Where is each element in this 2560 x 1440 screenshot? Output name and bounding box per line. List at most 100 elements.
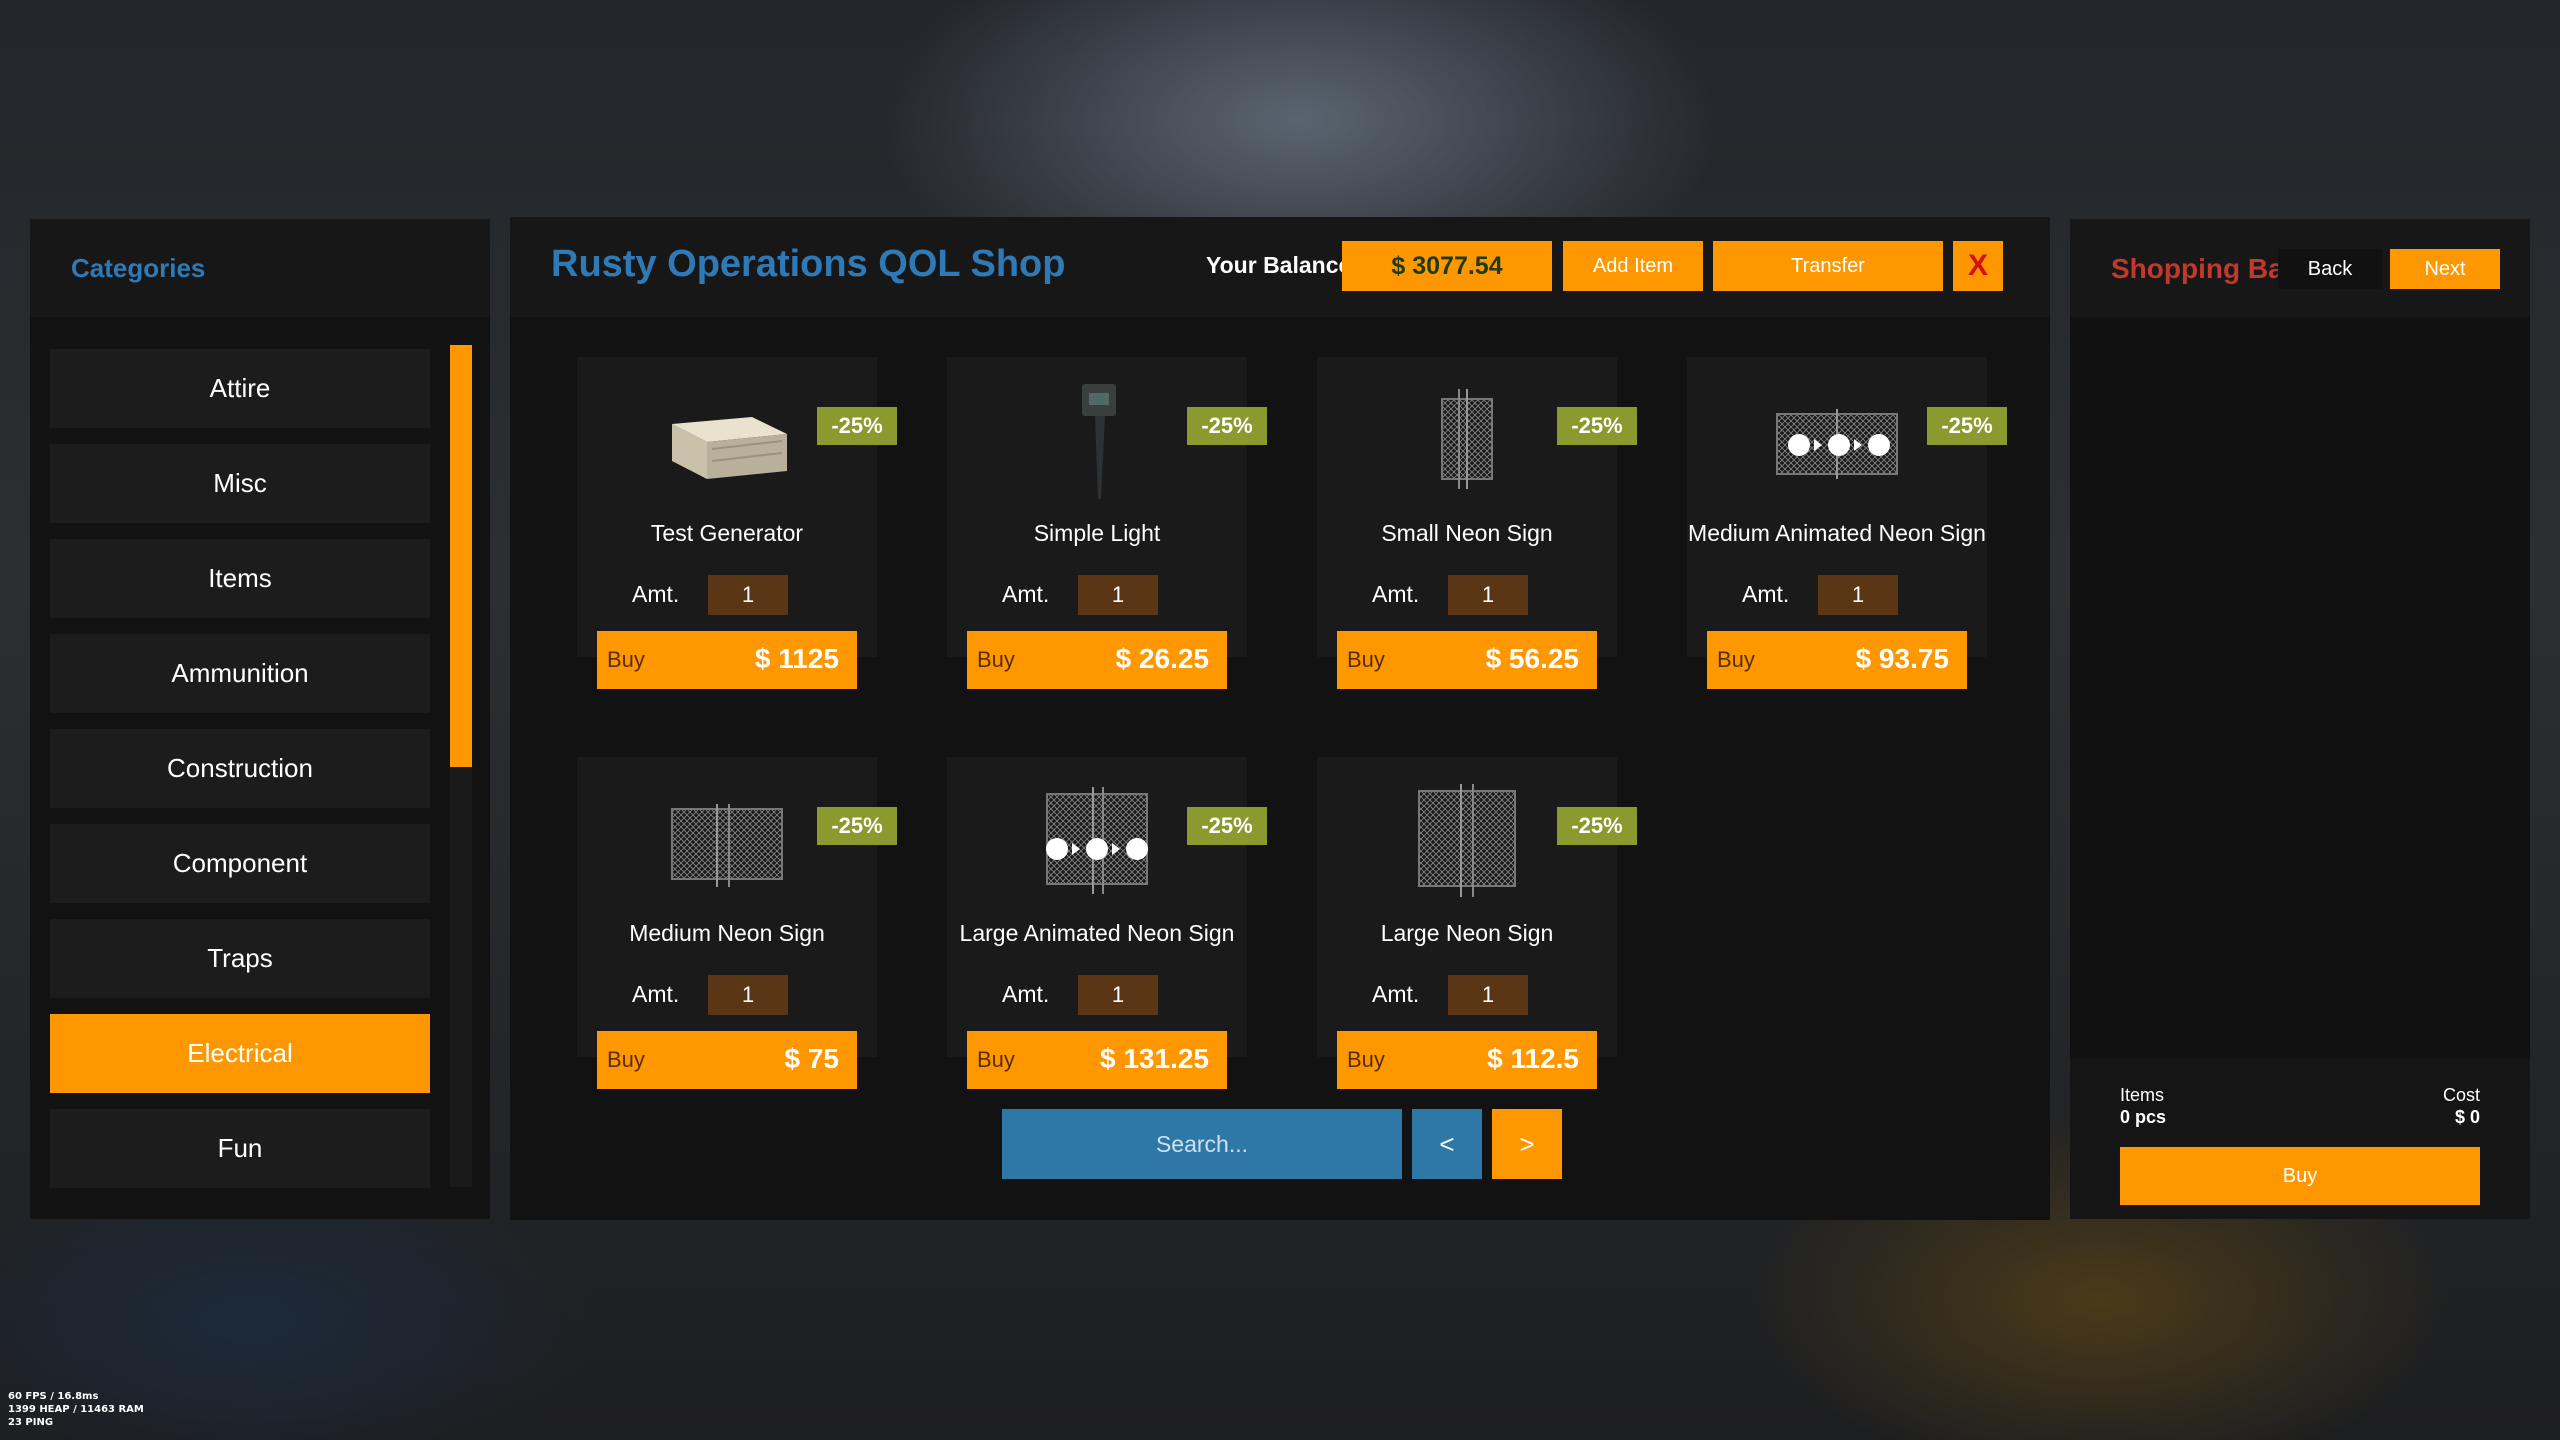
items-label: Items [2120, 1085, 2165, 1105]
buy-label: Buy [1347, 647, 1385, 672]
buy-price: $ 93.75 [1855, 643, 1949, 674]
amount-label: Amt. [632, 581, 680, 607]
product-name: Large Animated Neon Sign [959, 920, 1235, 946]
neon-sign-icon [657, 779, 797, 899]
product-name: Test Generator [650, 520, 804, 546]
next-page-button[interactable]: > [1492, 1109, 1562, 1179]
generator-icon [657, 379, 797, 499]
prev-page-button[interactable]: < [1412, 1109, 1482, 1179]
amount-label: Amt. [1002, 581, 1050, 607]
amount-input[interactable]: 1 [708, 575, 788, 615]
buy-label: Buy [607, 647, 645, 672]
amount-input[interactable]: 1 [1448, 975, 1528, 1015]
shopping-bag-footer: Items 0 pcs Cost $ 0 Buy [2070, 1059, 2530, 1219]
product-name: Medium Neon Sign [629, 920, 825, 946]
categories-panel: Categories Attire Misc Items Ammunition … [30, 219, 490, 1219]
category-ammunition[interactable]: Ammunition [50, 634, 430, 713]
category-construction[interactable]: Construction [50, 729, 430, 808]
shop-title: Rusty Operations QOL Shop [551, 243, 1066, 285]
buy-price: $ 131.25 [1100, 1043, 1209, 1074]
buy-label: Buy [607, 1047, 645, 1072]
animated-neon-sign-icon [1767, 379, 1907, 499]
buy-price: $ 56.25 [1485, 643, 1579, 674]
buy-button[interactable]: Buy $ 112.5 [1337, 1031, 1597, 1089]
buy-button[interactable]: Buy $ 75 [597, 1031, 857, 1089]
amount-label: Amt. [632, 981, 680, 1007]
search-input[interactable]: Search... [1002, 1109, 1402, 1179]
neon-sign-icon [1397, 779, 1537, 899]
memory-readout: 1399 HEAP / 11463 RAM [8, 1404, 144, 1415]
amount-input[interactable]: 1 [1448, 575, 1528, 615]
product-name: Simple Light [1033, 520, 1161, 546]
categories-title: Categories [71, 253, 206, 283]
product-card: -25% Large Neon Sign Amt. 1 Buy $ 112.5 [1317, 757, 1637, 1089]
shopping-bag-header: Shopping Bag Back Next [2070, 219, 2530, 317]
discount-badge: -25% [1927, 407, 2007, 445]
category-traps[interactable]: Traps [50, 919, 430, 998]
product-card: -25% Small Neon Sign Amt. 1 Buy $ 56.25 [1317, 357, 1637, 689]
category-misc[interactable]: Misc [50, 444, 430, 523]
categories-header: Categories [30, 219, 490, 317]
product-card: -25% Large Animated Neon Sign Amt. 1 Buy… [947, 757, 1267, 1089]
next-button[interactable]: Next [2390, 249, 2500, 289]
balance-label: Your Balance [1206, 252, 1352, 278]
ping-readout: 23 PING [8, 1417, 54, 1428]
buy-label: Buy [977, 1047, 1015, 1072]
discount-badge: -25% [1187, 407, 1267, 445]
shop-panel: Rusty Operations QOL Shop Your Balance $… [510, 217, 2050, 1220]
category-electrical[interactable]: Electrical [50, 1014, 430, 1093]
amount-label: Amt. [1742, 581, 1790, 607]
discount-badge: -25% [817, 807, 897, 845]
product-name: Large Neon Sign [1380, 920, 1554, 946]
buy-price: $ 112.5 [1487, 1043, 1579, 1074]
shopping-bag-title: Shopping Bag [2111, 253, 2301, 284]
buy-label: Buy [1717, 647, 1755, 672]
category-scrollbar[interactable] [450, 345, 472, 1187]
category-fun[interactable]: Fun [50, 1109, 430, 1188]
animated-neon-sign-icon [1027, 779, 1167, 899]
buy-price: $ 75 [784, 1043, 840, 1074]
buy-button[interactable]: Buy $ 1125 [597, 631, 857, 689]
neon-sign-icon [1397, 379, 1537, 499]
product-name: Small Neon Sign [1381, 520, 1553, 546]
category-scrollbar-thumb[interactable] [450, 345, 472, 767]
back-button[interactable]: Back [2278, 249, 2382, 289]
shopping-bag-list [2070, 319, 2530, 1059]
category-attire[interactable]: Attire [50, 349, 430, 428]
cost-value: $ 0 [2454, 1107, 2480, 1127]
discount-badge: -25% [1557, 407, 1637, 445]
product-card: -25% Test Generator Amt. 1 Buy $ 1125 [577, 357, 897, 689]
buy-price: $ 1125 [754, 643, 839, 674]
buy-label: Buy [977, 647, 1015, 672]
product-card: -25% Simple Light Amt. 1 Buy $ 26.25 [947, 357, 1267, 689]
buy-button[interactable]: Buy $ 56.25 [1337, 631, 1597, 689]
items-count: 0 pcs [2120, 1107, 2167, 1127]
close-button[interactable]: X [1953, 241, 2003, 291]
category-items[interactable]: Items [50, 539, 430, 618]
discount-badge: -25% [817, 407, 897, 445]
shop-header: Rusty Operations QOL Shop Your Balance $… [510, 217, 2050, 317]
balance-value: $ 3077.54 [1342, 241, 1552, 291]
transfer-button[interactable]: Transfer [1713, 241, 1943, 291]
bag-buy-button[interactable]: Buy [2120, 1147, 2480, 1205]
buy-button[interactable]: Buy $ 26.25 [967, 631, 1227, 689]
amount-label: Amt. [1002, 981, 1050, 1007]
amount-label: Amt. [1372, 581, 1420, 607]
shopping-bag-panel: Shopping Bag Back Next Items 0 pcs Cost … [2070, 219, 2530, 1219]
buy-button[interactable]: Buy $ 93.75 [1707, 631, 1967, 689]
amount-input[interactable]: 1 [1078, 575, 1158, 615]
amount-input[interactable]: 1 [1078, 975, 1158, 1015]
product-card: -25% Medium Animated Neon Sign Amt. 1 Bu… [1687, 357, 2007, 689]
amount-input[interactable]: 1 [708, 975, 788, 1015]
buy-label: Buy [1347, 1047, 1385, 1072]
buy-button[interactable]: Buy $ 131.25 [967, 1031, 1227, 1089]
discount-badge: -25% [1187, 807, 1267, 845]
light-icon [1027, 379, 1167, 499]
product-name: Medium Animated Neon Sign [1688, 520, 1986, 546]
discount-badge: -25% [1557, 807, 1637, 845]
category-list: Attire Misc Items Ammunition Constructio… [50, 349, 430, 1204]
category-component[interactable]: Component [50, 824, 430, 903]
cost-label: Cost [2442, 1085, 2480, 1105]
add-item-button[interactable]: Add Item [1563, 241, 1703, 291]
amount-input[interactable]: 1 [1818, 575, 1898, 615]
